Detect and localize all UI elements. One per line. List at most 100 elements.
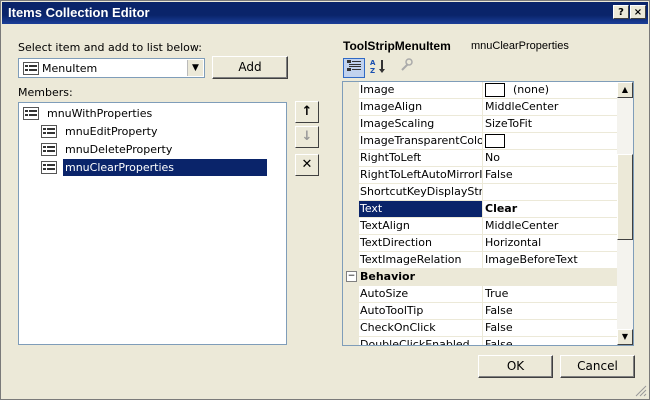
property-value[interactable]: MiddleCenter (482, 218, 618, 234)
svg-text:Z: Z (370, 67, 375, 74)
resize-grip-icon[interactable] (635, 385, 647, 397)
property-value[interactable]: False (482, 167, 618, 183)
property-value-text: False (485, 304, 513, 317)
add-button[interactable]: Add (212, 56, 288, 79)
property-value[interactable]: No (482, 150, 618, 166)
property-value[interactable]: MiddleCenter (482, 99, 618, 115)
scroll-down-button[interactable]: ▼ (617, 329, 633, 345)
property-value[interactable]: Clear (482, 201, 618, 217)
property-value[interactable]: (none) (482, 82, 618, 98)
title-bar[interactable]: Items Collection Editor ? × (2, 2, 648, 24)
property-row[interactable]: RightToLeft No (343, 150, 618, 167)
row-gutter (343, 133, 359, 150)
property-name: RightToLeftAutoMirrorIm (360, 168, 482, 181)
property-value-text: Horizontal (485, 236, 542, 249)
property-row[interactable]: RightToLeftAutoMirrorIm False (343, 167, 618, 184)
property-row[interactable]: DoubleClickEnabled False (343, 337, 618, 346)
property-name: ImageAlign (360, 100, 423, 113)
property-pages-button[interactable] (395, 58, 417, 78)
row-gutter (343, 235, 359, 252)
members-tree[interactable]: mnuWithProperties mnuEditProperty mnuDel… (18, 102, 287, 345)
select-item-label: Select item and add to list below: (18, 41, 203, 54)
tree-node-label: mnuEditProperty (65, 125, 158, 138)
categorized-view-button[interactable] (343, 58, 365, 78)
color-swatch (485, 83, 505, 97)
row-gutter (343, 167, 359, 184)
menu-item-icon (23, 62, 39, 78)
row-gutter (343, 116, 359, 133)
property-value-text: ImageBeforeText (485, 253, 578, 266)
menu-item-icon (41, 125, 57, 143)
move-down-button[interactable]: ↓ (295, 126, 319, 148)
property-value[interactable]: False (482, 320, 618, 336)
remove-button[interactable]: ✕ (295, 154, 319, 176)
property-category-row[interactable]: − Behavior (343, 269, 618, 286)
property-name: DoubleClickEnabled (360, 338, 470, 346)
property-value[interactable] (482, 133, 618, 149)
item-type-combo[interactable]: MenuItem ▼ (18, 58, 205, 78)
tree-node-label: mnuClearProperties (63, 159, 267, 176)
sort-alphabetical-icon: AZ (370, 59, 386, 77)
property-name: Text (359, 201, 482, 217)
property-value[interactable]: True (482, 286, 618, 302)
property-grid-scrollbar[interactable]: ▲ ▼ (617, 82, 633, 345)
tree-node-label: mnuDeleteProperty (65, 143, 173, 156)
property-value-text: MiddleCenter (485, 219, 559, 232)
property-value[interactable]: False (482, 337, 618, 346)
property-value[interactable]: SizeToFit (482, 116, 618, 132)
property-value-text: No (485, 151, 500, 164)
property-name: ShortcutKeyDisplayString (360, 185, 482, 198)
property-name: AutoToolTip (360, 304, 424, 317)
ok-button[interactable]: OK (478, 355, 553, 378)
property-row[interactable]: CheckOnClick False (343, 320, 618, 337)
help-button[interactable]: ? (613, 5, 629, 19)
property-name: ImageScaling (360, 117, 435, 130)
property-row[interactable]: Text Clear (343, 201, 618, 218)
property-row[interactable]: ImageScaling SizeToFit (343, 116, 618, 133)
move-up-button[interactable]: ↑ (295, 101, 319, 123)
scroll-up-button[interactable]: ▲ (617, 82, 633, 98)
collapse-icon[interactable]: − (346, 271, 357, 282)
property-row[interactable]: ImageAlign MiddleCenter (343, 99, 618, 116)
row-gutter (343, 150, 359, 167)
property-name: CheckOnClick (360, 321, 436, 334)
alphabetical-view-button[interactable]: AZ (367, 58, 389, 78)
cancel-button[interactable]: Cancel (560, 355, 635, 378)
category-label: Behavior (360, 270, 416, 283)
property-row[interactable]: AutoToolTip False (343, 303, 618, 320)
property-row[interactable]: ImageTransparentColor (343, 133, 618, 150)
property-row[interactable]: TextAlign MiddleCenter (343, 218, 618, 235)
menu-item-icon (23, 107, 39, 125)
row-gutter (343, 303, 359, 320)
property-row[interactable]: TextImageRelation ImageBeforeText (343, 252, 618, 269)
color-swatch (485, 134, 505, 148)
property-name: TextImageRelation (360, 253, 462, 266)
property-value-text: False (485, 338, 513, 346)
property-row[interactable]: Image (none) (343, 82, 618, 99)
scroll-thumb[interactable] (617, 154, 633, 240)
menu-item-icon (41, 161, 57, 179)
property-value-text: SizeToFit (485, 117, 533, 130)
property-value-text: True (485, 287, 509, 300)
property-row[interactable]: TextDirection Horizontal (343, 235, 618, 252)
property-value[interactable]: Horizontal (482, 235, 618, 251)
row-gutter (343, 218, 359, 235)
property-row[interactable]: AutoSize True (343, 286, 618, 303)
property-grid-toolbar: AZ (342, 57, 634, 79)
combo-value: MenuItem (42, 62, 98, 75)
property-name: AutoSize (360, 287, 409, 300)
property-row[interactable]: ShortcutKeyDisplayString (343, 184, 618, 201)
property-value-text: False (485, 168, 513, 181)
property-value-text: (none) (513, 83, 550, 96)
property-value[interactable]: False (482, 303, 618, 319)
property-name: Image (360, 83, 395, 96)
row-gutter (343, 201, 359, 218)
property-name: TextAlign (360, 219, 410, 232)
property-value[interactable] (482, 184, 618, 200)
close-button[interactable]: × (630, 5, 646, 19)
property-value-text: Clear (485, 202, 518, 215)
property-value-text: False (485, 321, 513, 334)
property-grid[interactable]: Image (none) ImageAlign MiddleCenter ImageSc… (342, 81, 634, 346)
chevron-down-icon[interactable]: ▼ (187, 60, 203, 76)
property-value[interactable]: ImageBeforeText (482, 252, 618, 268)
